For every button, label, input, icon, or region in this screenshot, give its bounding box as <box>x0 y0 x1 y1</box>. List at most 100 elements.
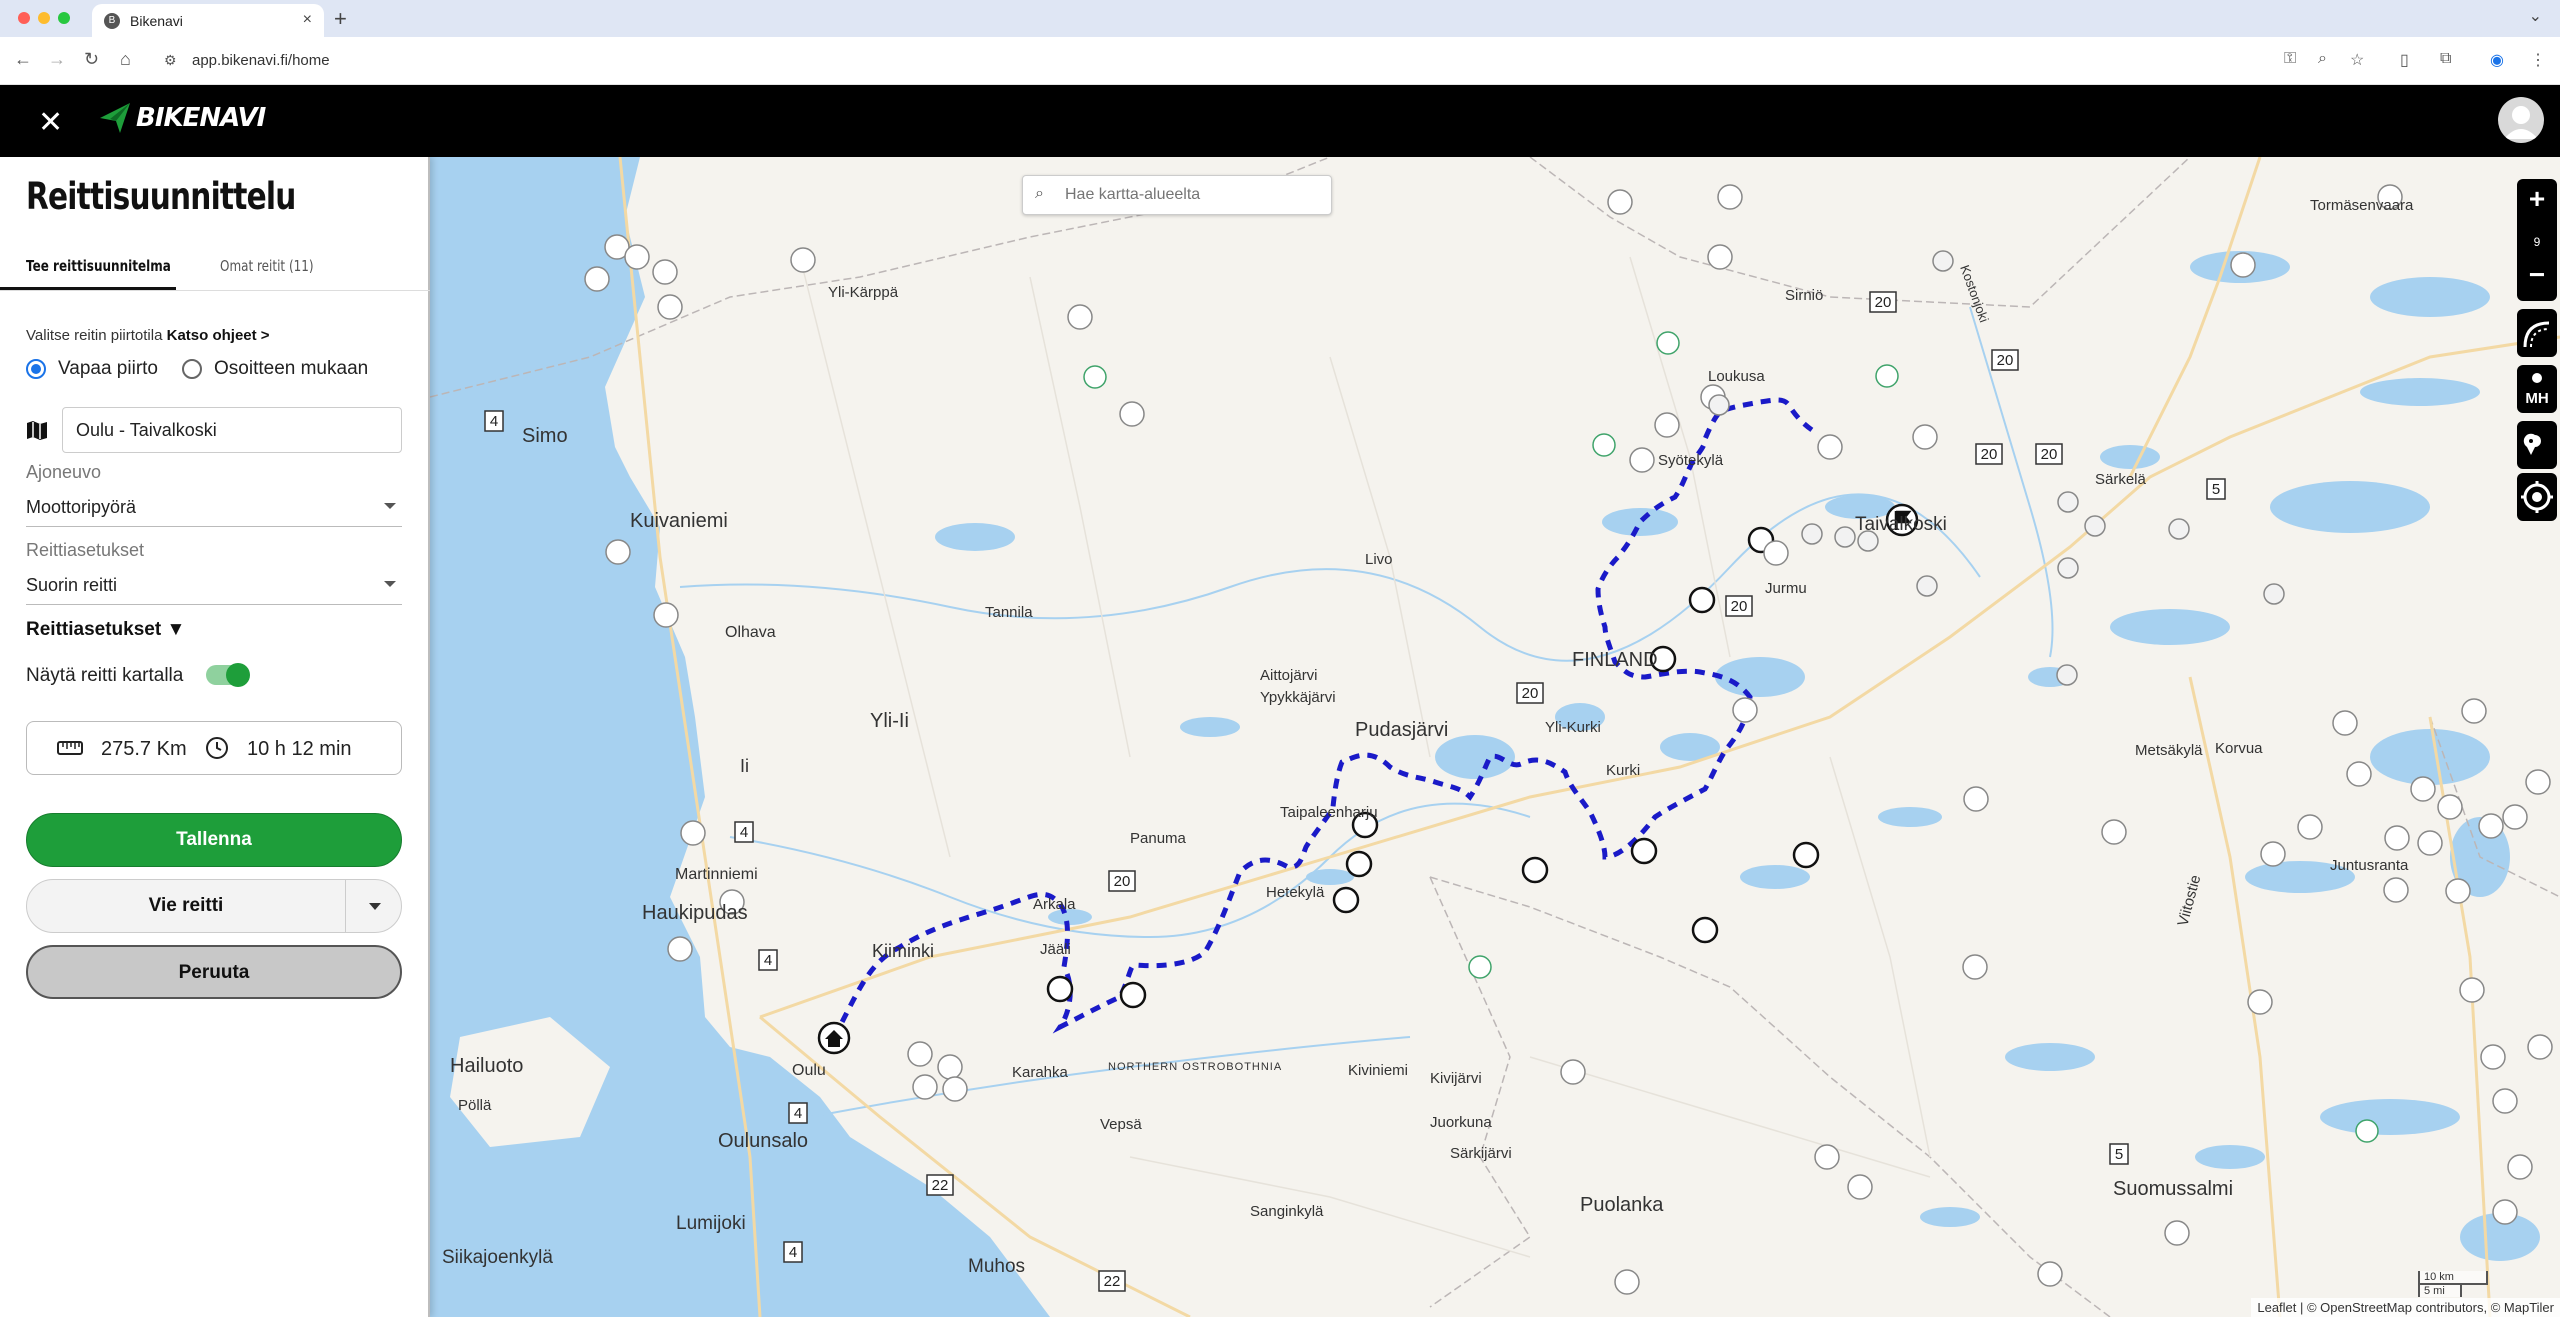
logo-arrow-icon <box>100 103 130 133</box>
window-minimize-dot[interactable] <box>38 12 50 24</box>
window-maximize-dot[interactable] <box>58 12 70 24</box>
tab-my-routes[interactable]: Omat reitit (11) <box>220 257 314 275</box>
road-number-label: 20 <box>1869 291 1897 313</box>
map-search-box[interactable]: ⌕ <box>1022 175 1332 215</box>
place-label: Puolanka <box>1580 1194 1664 1216</box>
place-label: Vepsä <box>1100 1116 1142 1133</box>
place-label: Jurmu <box>1765 580 1807 597</box>
zoom-level: 9 <box>2533 235 2541 249</box>
browser-menu-icon[interactable]: ⋮ <box>2530 50 2546 70</box>
poi-filter-button[interactable] <box>2517 421 2557 469</box>
ruler-icon <box>57 741 83 755</box>
home-icon[interactable]: ⌂ <box>120 49 131 70</box>
browser-tab[interactable]: B Bikenavi × <box>92 4 324 37</box>
mode-by-address-radio[interactable]: Osoitteen mukaan <box>182 358 368 380</box>
route-settings-toggle[interactable]: Reittiasetukset ▼ <box>26 619 185 641</box>
place-label: Hetekylä <box>1266 884 1325 901</box>
user-avatar[interactable] <box>2498 97 2544 143</box>
map-view[interactable]: 44444202020202020202222555 SimoKuivaniem… <box>430 157 2560 1317</box>
place-label: Siikajoenkylä <box>442 1247 553 1268</box>
place-label: Jääli <box>1040 941 1071 958</box>
radio-unselected-icon <box>182 359 202 379</box>
new-tab-icon[interactable]: + <box>334 6 347 32</box>
vehicle-select[interactable]: Moottoripyörä <box>26 497 402 527</box>
place-label: Martinniemi <box>675 866 758 883</box>
instructions-link[interactable]: Katso ohjeet > <box>167 327 270 344</box>
show-route-switch[interactable] <box>206 663 250 687</box>
map-search-input[interactable] <box>1065 184 1315 206</box>
bookmark-star-icon[interactable]: ☆ <box>2350 50 2364 70</box>
site-info-icon[interactable]: ⚙ <box>164 52 177 69</box>
search-icon: ⌕ <box>1035 185 1044 202</box>
bikenavi-logo[interactable]: BIKENAVI <box>98 101 266 135</box>
clock-icon <box>206 737 228 759</box>
map-canvas[interactable]: 44444202020202020202222555 SimoKuivaniem… <box>430 157 2560 1317</box>
svg-text:20: 20 <box>1997 352 2014 369</box>
place-label: Kuivaniemi <box>630 510 728 532</box>
svg-text:5: 5 <box>2212 481 2220 498</box>
cancel-button[interactable]: Peruuta <box>26 945 402 999</box>
url-field[interactable]: app.bikenavi.fi/home <box>192 52 330 69</box>
place-label: Pöllä <box>458 1097 492 1114</box>
svg-text:4: 4 <box>490 413 498 430</box>
place-label: Muhos <box>968 1256 1025 1277</box>
route-start-home-icon[interactable] <box>817 1021 851 1055</box>
map-icon <box>27 421 47 440</box>
export-dropdown-icon[interactable] <box>369 903 381 910</box>
svg-text:4: 4 <box>789 1244 797 1261</box>
place-label: Pudasjärvi <box>1355 719 1448 741</box>
export-route-label: Vie reitti <box>148 895 224 916</box>
route-duration: 10 h 12 min <box>247 738 352 760</box>
locate-me-button[interactable] <box>2517 473 2557 521</box>
back-icon[interactable]: ← <box>14 49 32 70</box>
place-label: Särkijärvi <box>1450 1145 1512 1162</box>
export-route-button[interactable]: Vie reitti <box>26 879 402 933</box>
route-options-select[interactable]: Suorin reitti <box>26 575 402 605</box>
place-label: Ii <box>740 756 749 776</box>
svg-text:5: 5 <box>2115 1146 2123 1163</box>
tab-create-route[interactable]: Tee reittisuunnitelma <box>26 257 171 275</box>
tab-favicon-icon: B <box>104 12 120 29</box>
map-attribution[interactable]: Leaflet | © OpenStreetMap contributors, … <box>2251 1298 2560 1317</box>
road-number-label: 22 <box>926 1174 954 1196</box>
profile-icon[interactable]: ◉ <box>2490 50 2504 70</box>
browser-toolbar: ← → ↻ ⌂ ⚙ app.bikenavi.fi/home ⚿ ⌕ ☆ ▯ ⧉… <box>0 37 2560 85</box>
route-options-label: Reittiasetukset <box>26 540 145 560</box>
bookmarks-icon[interactable]: ▯ <box>2400 50 2409 70</box>
tab-menu-icon[interactable]: ⌄ <box>2529 6 2542 26</box>
password-key-icon[interactable]: ⚿ <box>2284 50 2296 68</box>
svg-text:MH: MH <box>2525 390 2548 407</box>
mode-by-address-label: Osoitteen mukaan <box>214 358 369 379</box>
road-number-label: 20 <box>1975 443 2003 465</box>
zoom-in-button[interactable]: + <box>2517 183 2557 215</box>
place-label: Yli-Kurki <box>1545 719 1601 736</box>
reload-icon[interactable]: ↻ <box>84 49 99 70</box>
route-distance: 275.7 Km <box>101 738 187 760</box>
place-label: Lumijoki <box>676 1213 746 1234</box>
close-sidebar-icon[interactable]: ✕ <box>38 105 63 140</box>
extensions-icon[interactable]: ⧉ <box>2440 50 2451 68</box>
mh-layer-button[interactable]: MH <box>2517 365 2557 413</box>
route-layer-button[interactable] <box>2517 309 2557 357</box>
place-label: Loukusa <box>1708 368 1765 385</box>
switch-knob <box>226 663 250 687</box>
road-number-label: 4 <box>788 1102 808 1124</box>
zoom-icon[interactable]: ⌕ <box>2318 50 2327 68</box>
road-number-label: 4 <box>734 821 754 843</box>
tab-title: Bikenavi <box>130 12 183 29</box>
window-close-dot[interactable] <box>18 12 30 24</box>
zoom-out-button[interactable]: − <box>2517 259 2557 291</box>
place-label: Juntusranta <box>2330 857 2409 874</box>
radio-selected-icon <box>26 359 46 379</box>
draw-mode-hint: Valitse reitin piirtotila Katso ohjeet > <box>26 327 270 344</box>
mode-free-draw-radio[interactable]: Vapaa piirto <box>26 358 158 380</box>
forward-icon[interactable]: → <box>48 49 66 70</box>
place-label: Yli-Ii <box>870 710 909 732</box>
route-name-input[interactable]: Oulu - Taivalkoski <box>62 407 402 453</box>
road-number-label: 5 <box>2206 478 2226 500</box>
place-label: Tannila <box>985 604 1033 621</box>
save-button[interactable]: Tallenna <box>26 813 402 867</box>
tab-close-icon[interactable]: × <box>303 11 312 29</box>
svg-text:20: 20 <box>1114 873 1131 890</box>
place-label: Taipaleenharju <box>1280 804 1378 821</box>
